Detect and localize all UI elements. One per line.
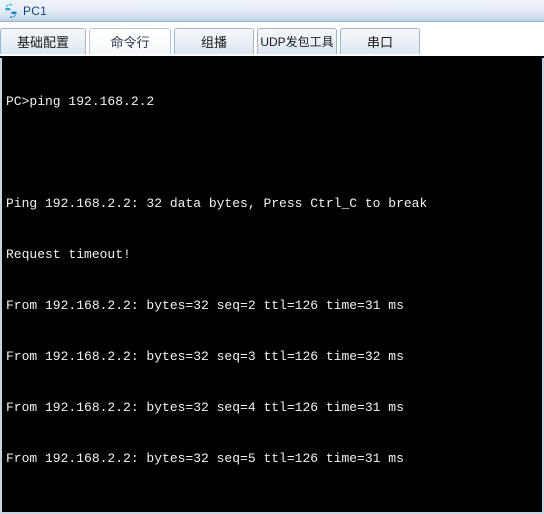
terminal-line: From 192.168.2.2: bytes=32 seq=4 ttl=126…	[6, 400, 404, 415]
window-titlebar: PC1	[0, 0, 544, 22]
terminal-line: From 192.168.2.2: bytes=32 seq=5 ttl=126…	[6, 451, 404, 466]
network-device-icon	[5, 2, 17, 18]
window-title: PC1	[23, 3, 47, 18]
terminal-line: From 192.168.2.2: bytes=32 seq=3 ttl=126…	[6, 349, 404, 364]
terminal-line: Ping 192.168.2.2: 32 data bytes, Press C…	[6, 196, 428, 211]
terminal-line: PC>ping 192.168.2.2	[6, 94, 155, 109]
tab-strip: 基础配置 命令行 组播 UDP发包工具 串口	[0, 22, 544, 58]
terminal-output: PC>ping 192.168.2.2 Ping 192.168.2.2: 32…	[2, 58, 542, 512]
pc1-window: PC1 基础配置 命令行 组播 UDP发包工具 串口 PC>ping 192.1…	[0, 0, 544, 514]
terminal-line: Request timeout!	[6, 247, 131, 262]
terminal-line: From 192.168.2.2: bytes=32 seq=2 ttl=126…	[6, 298, 404, 313]
tab-list: 基础配置 命令行 组播 UDP发包工具 串口	[0, 28, 423, 58]
tab-serial-port[interactable]: 串口	[340, 28, 420, 54]
tab-command-line[interactable]: 命令行	[89, 28, 171, 54]
tab-multicast[interactable]: 组播	[174, 28, 254, 54]
tab-basic-config[interactable]: 基础配置	[0, 28, 86, 54]
tab-udp-packet-tool[interactable]: UDP发包工具	[257, 28, 337, 54]
command-line-terminal[interactable]: PC>ping 192.168.2.2 Ping 192.168.2.2: 32…	[0, 58, 544, 514]
